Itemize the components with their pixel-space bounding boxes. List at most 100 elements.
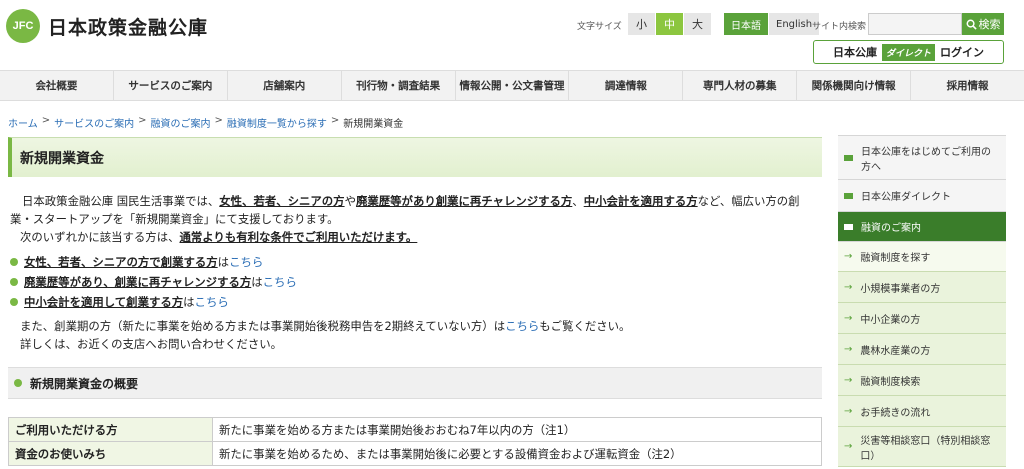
search-input[interactable] [868, 13, 962, 35]
login-label: ログイン [940, 46, 984, 59]
bullet-dot-icon [10, 258, 18, 266]
sidebar-sub-label: 中小企業の方 [860, 314, 921, 326]
bullet-text: 女性、若者、シニアの方で創業する方 [24, 255, 218, 269]
intro-highlight: 中小会計を適用する方 [583, 194, 698, 208]
intro-text: 、 [572, 194, 584, 208]
sidebar-item-loans[interactable]: 融資のご案内 [838, 212, 1006, 242]
intro2-text: 次のいずれかに該当する方は、 [20, 230, 180, 244]
breadcrumb-loan-list[interactable]: 融資制度一覧から探す [227, 115, 327, 130]
sidebar-sub-label: 融資制度検索 [860, 376, 921, 388]
sidebar-sub-label: 融資制度を探す [860, 253, 931, 264]
sidebar-item-label: 融資のご案内 [861, 223, 921, 234]
sidebar-item-direct[interactable]: 日本公庫ダイレクト [838, 180, 1006, 212]
direct-badge: ダイレクト [881, 43, 935, 61]
sidebar-item-first-time[interactable]: 日本公庫をはじめてご利用の方へ [838, 135, 1006, 180]
nav-institutions[interactable]: 関係機関向け情報 [797, 71, 912, 100]
breadcrumb: ホーム > サービスのご案内 > 融資のご案内 > 融資制度一覧から探す > 新規開業資… [8, 115, 403, 130]
logo[interactable]: JFC 日本政策金融公庫 [6, 9, 208, 43]
table-cell: 新たに事業を始める方または事業開始後おおむね7年以内の方（注1） [212, 417, 822, 442]
table-cell: 新たに事業を始めるため、または事業開始後に必要とする設備資金および運転資金（注2… [212, 441, 822, 466]
global-nav: 会社概要 サービスのご案内 店舗案内 刊行物・調査結果 情報公開・公文書管理 調… [0, 70, 1024, 101]
breadcrumb-current: 新規開業資金 [343, 119, 404, 130]
bullet-suffix: は [217, 255, 230, 269]
intro-text: 日本政策金融公庫 国民生活事業では、 [22, 194, 220, 208]
sidebar-sub-label: 農林水産業の方 [860, 345, 931, 357]
note-text: また、創業期の方（新たに事業を始める方または事業開始後税務申告を2期終えていない… [20, 319, 506, 333]
sidebar-marker-icon [844, 223, 853, 230]
direct-prefix: 日本公庫 [832, 46, 877, 59]
note-text: もご覧ください。 [539, 319, 631, 333]
table-row: ご利用いただける方 新たに事業を始める方または事業開始後おおむね7年以内の方（注1… [8, 417, 822, 442]
logo-text: 日本政策金融公庫 [48, 16, 209, 39]
font-size-small-button[interactable]: 小 [628, 13, 656, 35]
sidebar: 日本公庫をはじめてご利用の方へ 日本公庫ダイレクト 融資のご案内 → 融資制度を探… [838, 135, 1006, 467]
table-header-cell: 資金のお使いみち [8, 441, 213, 466]
breadcrumb-separator: > [138, 115, 147, 126]
breadcrumb-home[interactable]: ホーム [8, 115, 38, 130]
overview-title: 新規開業資金の概要 [30, 376, 139, 391]
sidebar-sub-procedure[interactable]: → お手続きの流れ [838, 396, 1006, 427]
header: JFC 日本政策金融公庫 文字サイズ 小 中 大 日本語 English サイト… [0, 0, 1024, 70]
language-switcher: 日本語 English [724, 13, 821, 35]
table-header-cell: ご利用いただける方 [8, 417, 213, 442]
heading-dot-icon [14, 379, 22, 387]
bullet-dot-icon [10, 278, 18, 286]
bullet-text: 廃業歴等があり、創業に再チャレンジする方 [24, 275, 252, 289]
sidebar-item-label: 日本公庫ダイレクト [861, 192, 951, 203]
language-japanese-button[interactable]: 日本語 [724, 13, 769, 35]
intro-text: や [344, 194, 356, 208]
sidebar-marker-icon [844, 192, 853, 199]
bullet-link[interactable]: こちら [195, 295, 229, 309]
arrow-right-icon: → [844, 251, 853, 262]
nav-disclosure[interactable]: 情報公開・公文書管理 [456, 71, 570, 100]
sidebar-sub-loan-search[interactable]: → 融資制度検索 [838, 365, 1006, 396]
main-content: 新規開業資金 日本政策金融公庫 国民生活事業では、女性、若者、シニアの方や廃業歴… [8, 137, 822, 469]
font-size-label: 文字サイズ [577, 22, 622, 32]
nav-company[interactable]: 会社概要 [0, 71, 114, 100]
contact-paragraph: 詳しくは、お近くの支店へお問い合わせください。 [20, 337, 282, 351]
bullet-item: 女性、若者、シニアの方で創業する方はこちら [10, 254, 263, 270]
direct-login-button[interactable]: 日本公庫 ダイレクト ログイン [813, 40, 1004, 64]
sidebar-sub-agriculture[interactable]: → 農林水産業の方 [838, 334, 1006, 365]
intro-highlight: 廃業歴等があり創業に再チャレンジする方 [355, 194, 573, 208]
sidebar-sub-label: お手続きの流れ [860, 407, 931, 419]
sidebar-sub-label: 災害等相談窓口（特別相談窓口） [860, 435, 991, 462]
bullet-item: 中小会計を適用して創業する方はこちら [10, 294, 229, 310]
note-link[interactable]: こちら [505, 319, 539, 333]
nav-recruit[interactable]: 採用情報 [911, 71, 1024, 100]
nav-procurement[interactable]: 調達情報 [569, 71, 684, 100]
bullet-link[interactable]: こちら [229, 255, 263, 269]
bullet-text: 中小会計を適用して創業する方 [24, 295, 184, 309]
jfc-logo-icon: JFC [6, 9, 40, 43]
intro-paragraph: 日本政策金融公庫 国民生活事業では、女性、若者、シニアの方や廃業歴等があり創業に… [8, 192, 822, 228]
breadcrumb-separator: > [330, 115, 340, 126]
search-icon [966, 19, 977, 30]
breadcrumb-services[interactable]: サービスのご案内 [54, 115, 134, 130]
sidebar-sub-find-loan[interactable]: → 融資制度を探す [838, 242, 1006, 272]
sidebar-sub-sme[interactable]: → 中小企業の方 [838, 303, 1006, 334]
font-size-switcher: 小 中 大 [628, 13, 712, 35]
nav-services[interactable]: サービスのご案内 [114, 71, 228, 100]
breadcrumb-loans[interactable]: 融資のご案内 [150, 115, 210, 130]
sidebar-sub-small-business[interactable]: → 小規模事業者の方 [838, 272, 1006, 303]
overview-table: ご利用いただける方 新たに事業を始める方または事業開始後おおむね7年以内の方（注1… [8, 417, 822, 466]
breadcrumb-separator: > [214, 115, 223, 126]
bullet-item: 廃業歴等があり、創業に再チャレンジする方はこちら [10, 274, 297, 290]
table-row: 資金のお使いみち 新たに事業を始めるため、または事業開始後に必要とする設備資金およ… [8, 441, 822, 466]
bullet-link[interactable]: こちら [263, 275, 297, 289]
page-title: 新規開業資金 [8, 137, 822, 177]
bullet-suffix: は [251, 275, 263, 289]
bullet-suffix: は [183, 295, 195, 309]
arrow-right-icon: → [844, 312, 853, 324]
intro2-highlight: 通常よりも有利な条件でご利用いただけます。 [179, 230, 418, 244]
arrow-right-icon: → [844, 405, 853, 417]
font-size-large-button[interactable]: 大 [684, 13, 712, 35]
search-button[interactable]: 検索 [962, 13, 1004, 35]
font-size-medium-button[interactable]: 中 [656, 13, 684, 35]
bullet-dot-icon [10, 298, 18, 306]
sidebar-sub-disaster[interactable]: → 災害等相談窓口（特別相談窓口） [838, 427, 1006, 467]
nav-branches[interactable]: 店舗案内 [228, 71, 342, 100]
nav-specialists[interactable]: 専門人材の募集 [683, 71, 798, 100]
intro-paragraph-2: 次のいずれかに該当する方は、通常よりも有利な条件でご利用いただけます。 [8, 228, 822, 246]
nav-publications[interactable]: 刊行物・調査結果 [342, 71, 456, 100]
